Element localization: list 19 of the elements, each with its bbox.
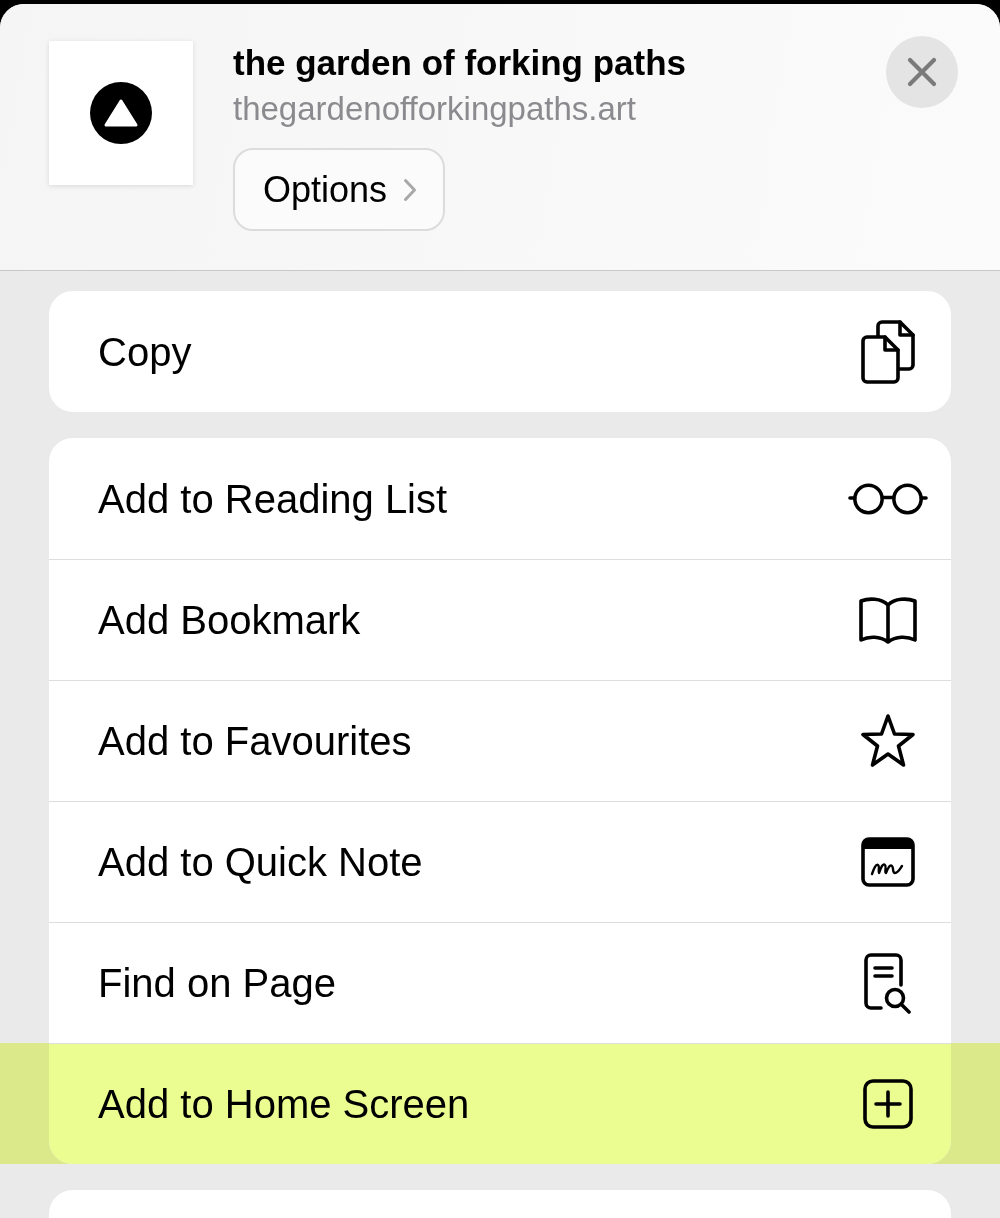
menu-item[interactable]: Add to Quick Note — [49, 801, 951, 922]
menu-item[interactable]: Add Bookmark — [49, 559, 951, 680]
site-title: the garden of forking paths — [233, 42, 688, 84]
triangle-logo-icon — [49, 41, 193, 185]
close-icon — [907, 57, 937, 87]
book-icon — [858, 596, 918, 644]
chevron-right-icon — [403, 177, 418, 202]
documents-icon — [860, 318, 916, 385]
options-button[interactable]: Options — [233, 148, 446, 231]
document-search-icon — [863, 952, 913, 1014]
menu-item[interactable]: Add to Home Screen — [49, 1043, 951, 1164]
star-icon — [858, 713, 918, 769]
note-icon — [861, 837, 915, 887]
plus-square-icon — [863, 1079, 913, 1129]
menu-item[interactable]: Copy — [49, 291, 951, 412]
glasses-icon — [848, 481, 928, 516]
site-url: thegardenofforkingpaths.art — [233, 89, 637, 129]
menu-item[interactable]: Add to Favourites — [49, 680, 951, 801]
menu-item[interactable]: Add to Reading List — [49, 438, 951, 559]
